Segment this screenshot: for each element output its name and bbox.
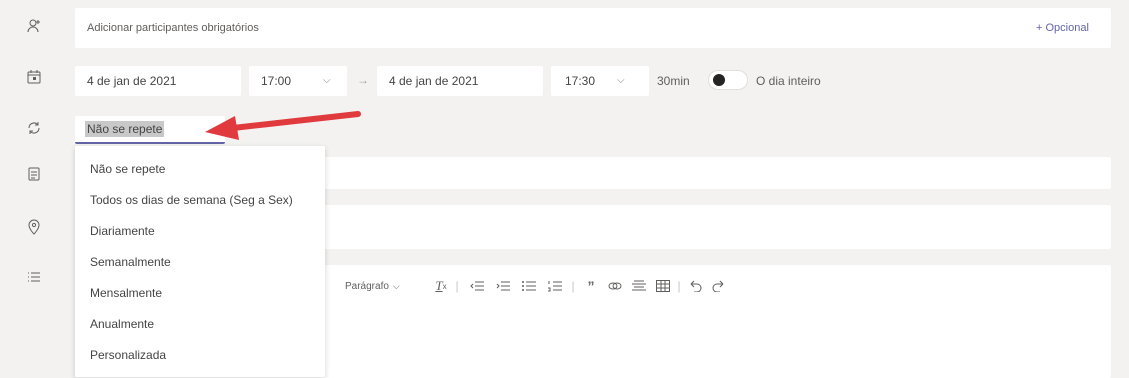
start-date-field[interactable]: 4 de jan de 2021: [75, 66, 241, 96]
separator: |: [677, 279, 681, 293]
end-time-field[interactable]: 17:30 ⌵: [551, 66, 649, 96]
chevron-down-icon: ⌵: [323, 75, 331, 86]
calendar-icon: [26, 69, 42, 85]
quote-icon[interactable]: ”: [583, 276, 599, 296]
end-date-value: 4 de jan de 2021: [389, 74, 479, 88]
bullet-list-icon[interactable]: [521, 276, 537, 296]
start-time-value: 17:00: [261, 74, 292, 88]
decrease-indent-icon[interactable]: [469, 276, 485, 296]
repeat-option-weekdays[interactable]: Todos os dias de semana (Seg a Sex): [90, 190, 293, 210]
increase-indent-icon[interactable]: [495, 276, 511, 296]
location-icon: [26, 219, 42, 235]
align-icon[interactable]: [631, 276, 647, 296]
participants-placeholder: Adicionar participantes obrigatórios: [87, 22, 259, 34]
start-time-field[interactable]: 17:00 ⌵: [249, 66, 347, 96]
end-date-field[interactable]: 4 de jan de 2021: [377, 66, 543, 96]
optional-participants-link[interactable]: + Opcional: [1036, 22, 1089, 34]
repeat-selected-value: Não se repete: [85, 121, 165, 137]
link-icon[interactable]: [607, 276, 623, 296]
redo-icon[interactable]: [711, 276, 727, 296]
repeat-option-no-repeat[interactable]: Não se repete: [90, 159, 165, 179]
chevron-down-icon: ⌵: [617, 75, 625, 86]
paragraph-format-dropdown[interactable]: Parágrafo ⌵: [345, 276, 401, 296]
repeat-option-yearly[interactable]: Anualmente: [90, 314, 154, 334]
toggle-knob: [713, 74, 725, 86]
description-icon: [26, 270, 42, 286]
arrow-right-icon: →: [357, 73, 369, 87]
separator: |: [455, 279, 459, 293]
paragraph-format-label: Parágrafo: [345, 280, 389, 292]
repeat-icon: [26, 120, 42, 136]
end-time-value: 17:30: [565, 74, 596, 88]
duration-label: 30min: [657, 74, 690, 88]
details-icon: [26, 166, 42, 182]
participants-input[interactable]: Adicionar participantes obrigatórios: [75, 8, 1111, 48]
repeat-dropdown-menu: Não se repete Todos os dias de semana (S…: [75, 146, 325, 377]
repeat-option-monthly[interactable]: Mensalmente: [90, 283, 162, 303]
separator: |: [571, 279, 575, 293]
all-day-toggle[interactable]: [708, 70, 748, 90]
add-participants-icon: [26, 18, 42, 34]
annotation-arrow: [205, 111, 361, 140]
numbered-list-icon[interactable]: [547, 276, 563, 296]
repeat-option-daily[interactable]: Diariamente: [90, 221, 155, 241]
clear-format-icon[interactable]: Tx: [433, 276, 449, 296]
chevron-down-icon: ⌵: [392, 280, 400, 291]
all-day-label: O dia inteiro: [756, 74, 821, 88]
start-date-value: 4 de jan de 2021: [87, 74, 177, 88]
repeat-option-custom[interactable]: Personalizada: [90, 345, 166, 365]
table-icon[interactable]: [655, 276, 671, 296]
undo-icon[interactable]: [687, 276, 703, 296]
repeat-option-weekly[interactable]: Semanalmente: [90, 252, 171, 272]
